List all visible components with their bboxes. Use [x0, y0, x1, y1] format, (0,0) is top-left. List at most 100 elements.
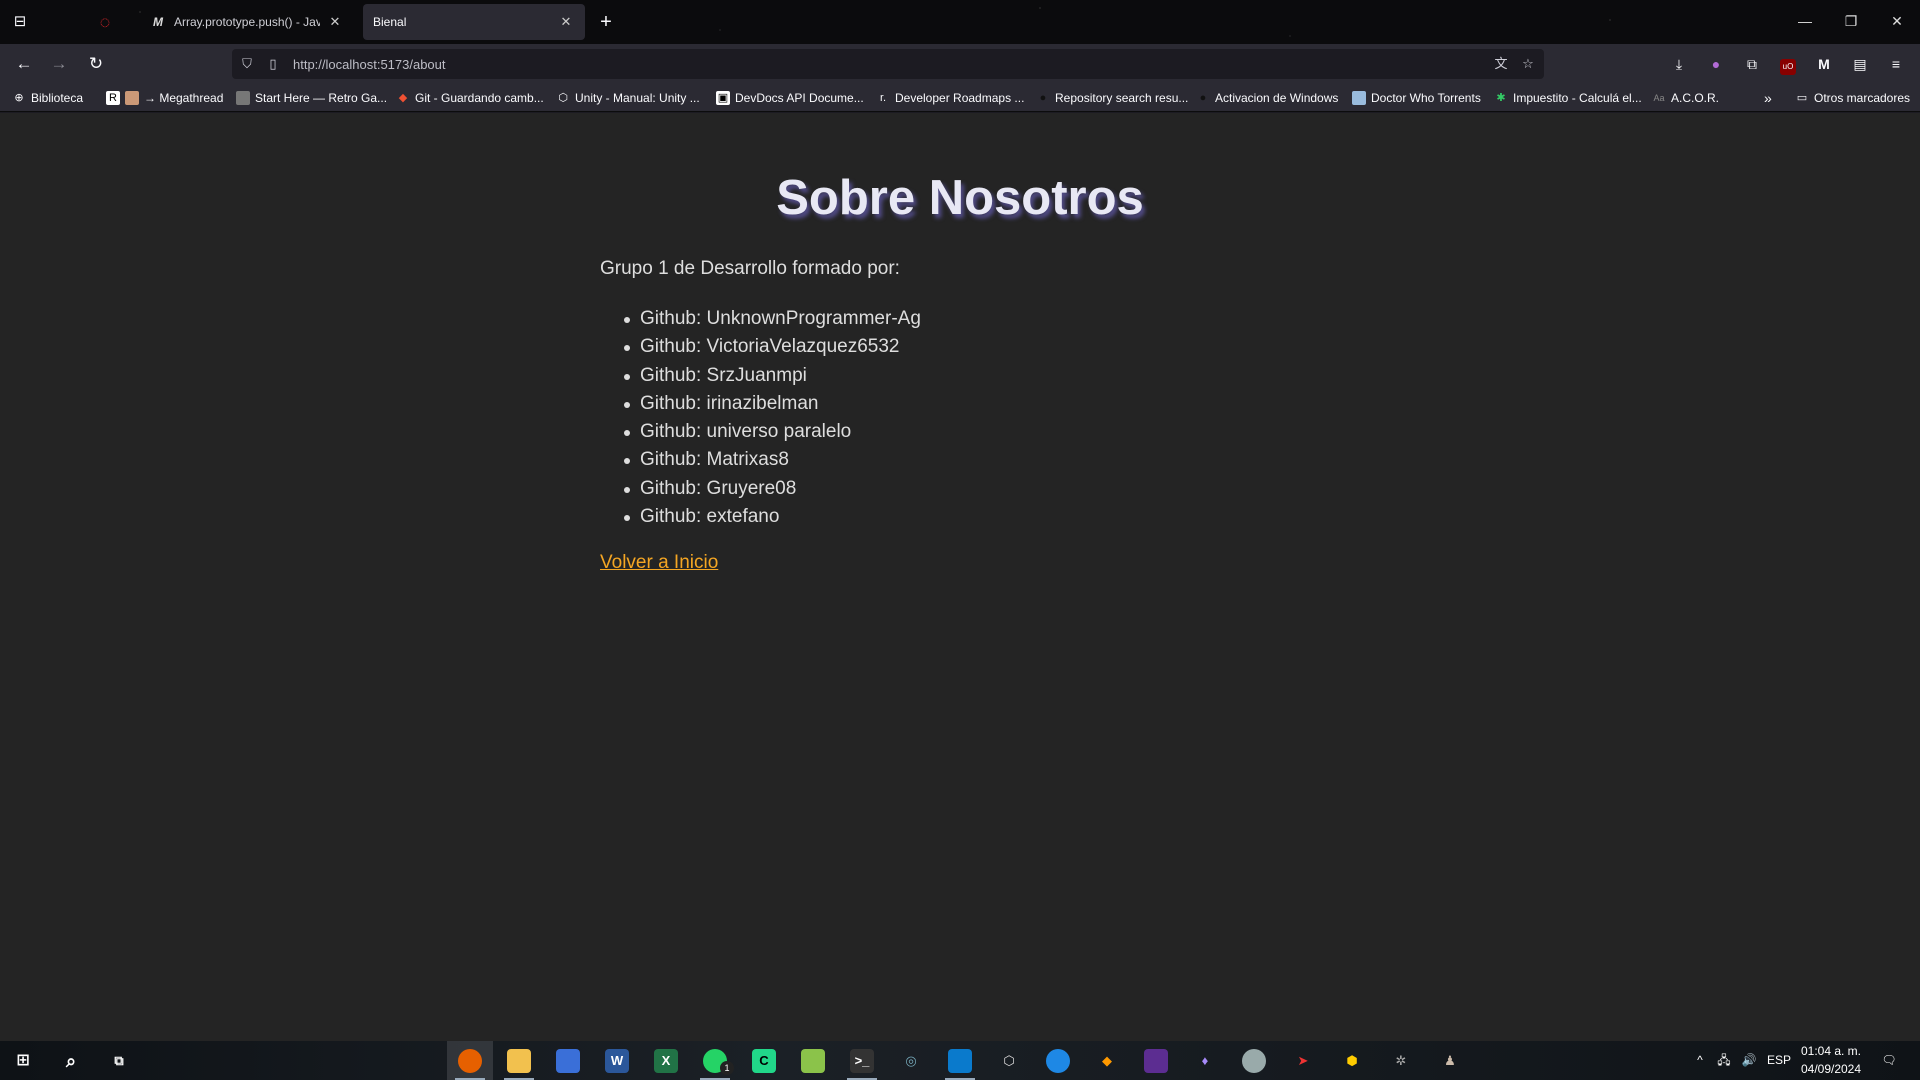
extensions-icon[interactable]: ⧉ — [1740, 52, 1764, 76]
close-tab-icon[interactable]: ✕ — [557, 14, 575, 30]
taskbar-visual-studio[interactable] — [1133, 1041, 1179, 1080]
tab-bienal[interactable]: Bienal ✕ — [363, 4, 585, 40]
taskbar-word[interactable]: W — [594, 1041, 640, 1080]
other-bookmarks[interactable]: ▭ Otros marcadores — [1795, 89, 1910, 107]
reader-icon[interactable]: ▤ — [1848, 52, 1872, 76]
taskbar-cortana[interactable]: ◎ — [888, 1041, 934, 1080]
url-text[interactable]: http://localhost:5173/about — [293, 57, 446, 72]
app-icon — [556, 1048, 580, 1073]
app-icon — [1046, 1048, 1070, 1073]
clion-icon: C — [752, 1048, 776, 1073]
menu-icon[interactable]: ≡ — [1884, 52, 1908, 76]
close-tab-icon[interactable]: ✕ — [326, 14, 344, 30]
bookmark-favicon: Aa — [1653, 93, 1665, 103]
taskbar-terminal[interactable]: >_ — [839, 1041, 885, 1080]
taskbar-app[interactable] — [1231, 1041, 1277, 1080]
taskbar-excel[interactable]: X — [643, 1041, 689, 1080]
taskbar-app[interactable] — [1035, 1041, 1081, 1080]
bookmark-git[interactable]: ◆ Git - Guardando camb... — [396, 89, 544, 107]
forward-icon[interactable]: → — [47, 52, 71, 76]
search-button[interactable]: ⌕ — [48, 1041, 94, 1080]
language-indicator[interactable]: ESP — [1764, 1041, 1794, 1080]
network-icon[interactable]: 🖧 — [1712, 1041, 1736, 1080]
bookmark-star-icon[interactable]: ☆ — [1519, 55, 1537, 73]
taskbar-app[interactable]: ➤ — [1280, 1041, 1326, 1080]
bookmark-retro-games[interactable]: Start Here — Retro Ga... — [236, 89, 387, 107]
list-item: Github: VictoriaVelazquez6532 — [624, 333, 921, 361]
github-icon: ● — [1039, 92, 1047, 104]
taskbar-app[interactable]: ⬢ — [1329, 1041, 1375, 1080]
folder-icon — [507, 1048, 531, 1073]
downloads-icon[interactable]: ⤓ — [1667, 52, 1691, 76]
list-item: Github: extefano — [624, 503, 921, 531]
github-icon: ● — [1199, 92, 1207, 104]
navigation-toolbar: ← → ↻ ⛉ ▯ http://localhost:5173/about 文 … — [0, 44, 1920, 84]
list-item: Github: irinazibelman — [624, 390, 921, 418]
volume-icon[interactable]: 🔊 — [1737, 1041, 1761, 1080]
taskbar-file-explorer[interactable] — [496, 1041, 542, 1080]
bookmark-doctor-who[interactable]: Doctor Who Torrents — [1352, 89, 1481, 107]
extension-icon[interactable]: ● — [1704, 52, 1728, 76]
app-icon — [1144, 1048, 1168, 1073]
page-content: Sobre Nosotros Grupo 1 de Desarrollo for… — [0, 113, 1920, 1041]
restore-icon[interactable]: ❐ — [1828, 0, 1874, 44]
task-view-button[interactable]: ⧉ — [96, 1041, 142, 1080]
taskbar-whatsapp[interactable]: 1 — [692, 1041, 738, 1080]
bookmark-repository-search[interactable]: ● Repository search resu... — [1036, 89, 1189, 107]
reload-icon[interactable]: ↻ — [84, 52, 108, 76]
bookmark-roadmaps[interactable]: r. Developer Roadmaps ... — [876, 89, 1024, 107]
new-tab-icon[interactable]: + — [594, 10, 618, 34]
bookmark-unity[interactable]: ⬡ Unity - Manual: Unity ... — [556, 89, 700, 107]
translate-icon[interactable]: 文 — [1492, 55, 1510, 73]
back-to-home-link[interactable]: Volver a Inicio — [600, 552, 718, 574]
more-bookmarks-icon[interactable]: » — [1764, 89, 1772, 107]
clock-time[interactable]: 01:04 a. m. — [1796, 1044, 1866, 1058]
folder-icon: ▭ — [1796, 92, 1808, 104]
notepad-icon — [801, 1048, 825, 1073]
bookmark-impuestito[interactable]: ✱ Impuestito - Calculá el... — [1494, 89, 1641, 107]
malwarebytes-icon[interactable]: M — [1812, 52, 1836, 76]
tab-bar: ⊟ ◌ M Array.prototype.push() - JavaSc ✕ … — [0, 0, 1920, 44]
taskbar-app[interactable]: ♦ — [1182, 1041, 1228, 1080]
taskbar-app[interactable]: ✲ — [1378, 1041, 1424, 1080]
taskbar-clion[interactable]: C — [741, 1041, 787, 1080]
page-info-icon[interactable]: ▯ — [264, 55, 282, 73]
taskbar-unity[interactable]: ⬡ — [986, 1041, 1032, 1080]
taskbar-app[interactable]: ♟ — [1427, 1041, 1473, 1080]
bookmark-megathread[interactable]: R → Megathread — [106, 89, 223, 107]
bookmark-acor[interactable]: Aa A.C.O.R. — [1652, 89, 1719, 107]
git-icon: ◆ — [1102, 1052, 1112, 1068]
bookmark-favicon — [236, 91, 250, 105]
unity-icon: ⬡ — [1003, 1052, 1015, 1068]
task-view-icon: ⧉ — [114, 1052, 124, 1068]
ublock-icon[interactable]: uO — [1776, 52, 1800, 76]
bookmark-activacion[interactable]: ● Activacion de Windows — [1196, 89, 1339, 107]
excel-icon: X — [654, 1048, 678, 1073]
back-icon[interactable]: ← — [12, 52, 36, 76]
taskbar-gitkraken[interactable]: ◆ — [1084, 1041, 1130, 1080]
taskbar-vscode[interactable] — [937, 1041, 983, 1080]
bookmark-devdocs[interactable]: ▣ DevDocs API Docume... — [716, 89, 864, 107]
clock-date[interactable]: 04/09/2024 — [1796, 1062, 1866, 1076]
cube-icon: ⬢ — [1346, 1052, 1358, 1068]
tab-overview-icon[interactable]: ⊟ — [8, 10, 32, 34]
bookmark-favicon: ✱ — [1496, 92, 1506, 104]
tracking-shield-icon[interactable]: ⛉ — [238, 55, 256, 73]
minimize-icon[interactable]: — — [1782, 0, 1828, 44]
bookmark-biblioteca[interactable]: ⊕ Biblioteca — [12, 89, 83, 107]
notifications-icon[interactable]: 🗨 — [1874, 1041, 1904, 1080]
start-button[interactable]: ⊞ — [0, 1041, 46, 1080]
tab-array-push[interactable]: M Array.prototype.push() - JavaSc ✕ — [140, 4, 354, 40]
url-bar[interactable]: ⛉ ▯ http://localhost:5173/about 文 ☆ — [232, 49, 1544, 79]
arrow-icon: ➤ — [1297, 1052, 1309, 1068]
taskbar-notepad[interactable] — [790, 1041, 836, 1080]
vscode-icon — [948, 1048, 972, 1073]
firefox-view-icon[interactable]: ◌ — [93, 10, 117, 34]
spider-icon: ✲ — [1395, 1052, 1407, 1068]
roadmap-icon: r. — [879, 92, 887, 104]
close-window-icon[interactable]: ✕ — [1874, 0, 1920, 44]
show-hidden-icons-icon[interactable]: ^ — [1690, 1041, 1710, 1080]
taskbar-firefox[interactable] — [447, 1041, 493, 1080]
terminal-icon: >_ — [850, 1048, 874, 1073]
taskbar-app[interactable] — [545, 1041, 591, 1080]
